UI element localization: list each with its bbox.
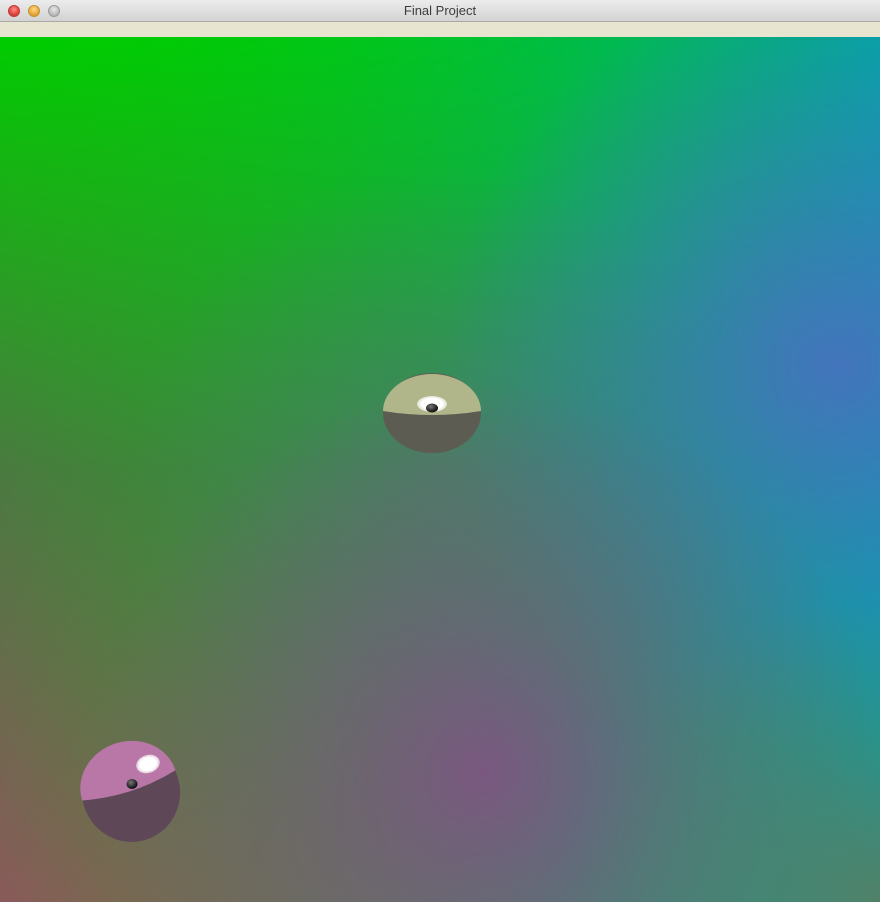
toolbar-strip	[0, 22, 880, 37]
app-window: Final Project	[0, 0, 880, 902]
window-title: Final Project	[403, 3, 477, 18]
render-canvas[interactable]	[0, 37, 880, 902]
title-bar[interactable]: Final Project	[0, 0, 880, 22]
sphere-olive	[383, 373, 481, 453]
sphere-pink-pupil	[126, 779, 138, 789]
